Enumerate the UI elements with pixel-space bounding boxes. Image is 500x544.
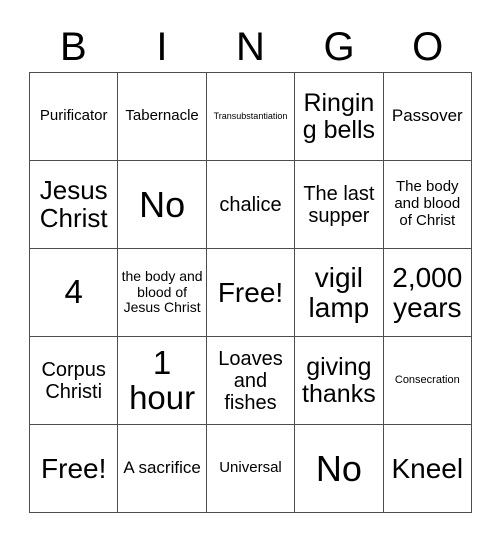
bingo-cell-o5[interactable]: Kneel <box>383 425 472 513</box>
bingo-cell-label: Transubstantiation <box>213 110 288 121</box>
bingo-cell-g1[interactable]: Ringing bells <box>295 73 384 161</box>
bingo-cell-o2[interactable]: The body and blood of Christ <box>383 161 472 249</box>
bingo-cell-b4[interactable]: Corpus Christi <box>30 337 119 425</box>
bingo-cell-label: No <box>315 447 362 489</box>
bingo-cell-n5[interactable]: Universal <box>206 425 296 513</box>
bingo-card: B I N G O Purificator Tabernacle Transub… <box>0 0 500 544</box>
bingo-cell-label: 2,000 years <box>392 261 463 323</box>
bingo-cell-o4[interactable]: Consecration <box>383 337 472 425</box>
bingo-cell-label: the body and blood of Jesus Christ <box>121 267 203 316</box>
bingo-cell-g5[interactable]: No <box>295 425 384 513</box>
bingo-cell-label: The last supper <box>303 182 375 227</box>
bingo-cell-i5[interactable]: A sacrifice <box>118 425 207 513</box>
bingo-cell-label: A sacrifice <box>123 458 201 478</box>
bingo-cell-b1[interactable]: Purificator <box>30 73 119 161</box>
bingo-cell-label: 4 <box>64 273 83 311</box>
bingo-cell-label: Universal <box>219 459 282 477</box>
bingo-header-letter-b: B <box>59 25 87 69</box>
bingo-cell-i2[interactable]: No <box>118 161 207 249</box>
bingo-cell-o3[interactable]: 2,000 years <box>383 249 472 337</box>
bingo-cell-b5-free[interactable]: Free! <box>30 425 119 513</box>
bingo-cell-g3[interactable]: vigil lamp <box>295 249 384 337</box>
bingo-cell-label: The body and blood of Christ <box>394 178 461 229</box>
bingo-cell-label: vigil lamp <box>308 261 370 323</box>
bingo-cell-label: Loaves and fishes <box>218 347 283 414</box>
bingo-grid: Purificator Tabernacle Transubstantiatio… <box>29 72 472 513</box>
bingo-cell-label: 1 hour <box>129 343 196 416</box>
bingo-header-letter-o: O <box>412 25 444 69</box>
bingo-cell-label: No <box>139 183 186 225</box>
bingo-cell-label: Free! <box>41 452 107 484</box>
bingo-cell-label: Ringing bells <box>302 89 376 144</box>
bingo-header-letter-g: G <box>323 25 355 69</box>
bingo-cell-label: Purificator <box>39 107 108 125</box>
bingo-cell-i1[interactable]: Tabernacle <box>118 73 207 161</box>
bingo-cell-o1[interactable]: Passover <box>383 73 472 161</box>
bingo-cell-n1[interactable]: Transubstantiation <box>206 73 296 161</box>
bingo-header-row: B I N G O <box>29 22 472 72</box>
bingo-cell-g4[interactable]: giving thanks <box>295 337 384 425</box>
bingo-cell-g2[interactable]: The last supper <box>295 161 384 249</box>
bingo-cell-label: Consecration <box>394 374 460 387</box>
bingo-cell-b3[interactable]: 4 <box>30 249 119 337</box>
bingo-cell-i3[interactable]: the body and blood of Jesus Christ <box>118 249 207 337</box>
bingo-cell-n4[interactable]: Loaves and fishes <box>206 337 296 425</box>
bingo-header-letter-n: N <box>236 25 265 69</box>
bingo-cell-b2[interactable]: Jesus Christ <box>30 161 119 249</box>
bingo-cell-label: Free! <box>217 276 284 308</box>
bingo-cell-label: Kneel <box>391 452 464 484</box>
bingo-cell-n2[interactable]: chalice <box>206 161 296 249</box>
bingo-cell-label: Jesus Christ <box>39 174 108 233</box>
bingo-cell-label: Passover <box>391 106 463 126</box>
bingo-header-letter-i: I <box>156 25 168 69</box>
bingo-cell-label: chalice <box>219 193 282 216</box>
bingo-cell-label: giving thanks <box>302 353 376 408</box>
bingo-cell-i4[interactable]: 1 hour <box>118 337 207 425</box>
bingo-cell-label: Tabernacle <box>125 107 199 125</box>
bingo-cell-n3-free[interactable]: Free! <box>206 249 296 337</box>
bingo-cell-label: Corpus Christi <box>41 358 106 403</box>
